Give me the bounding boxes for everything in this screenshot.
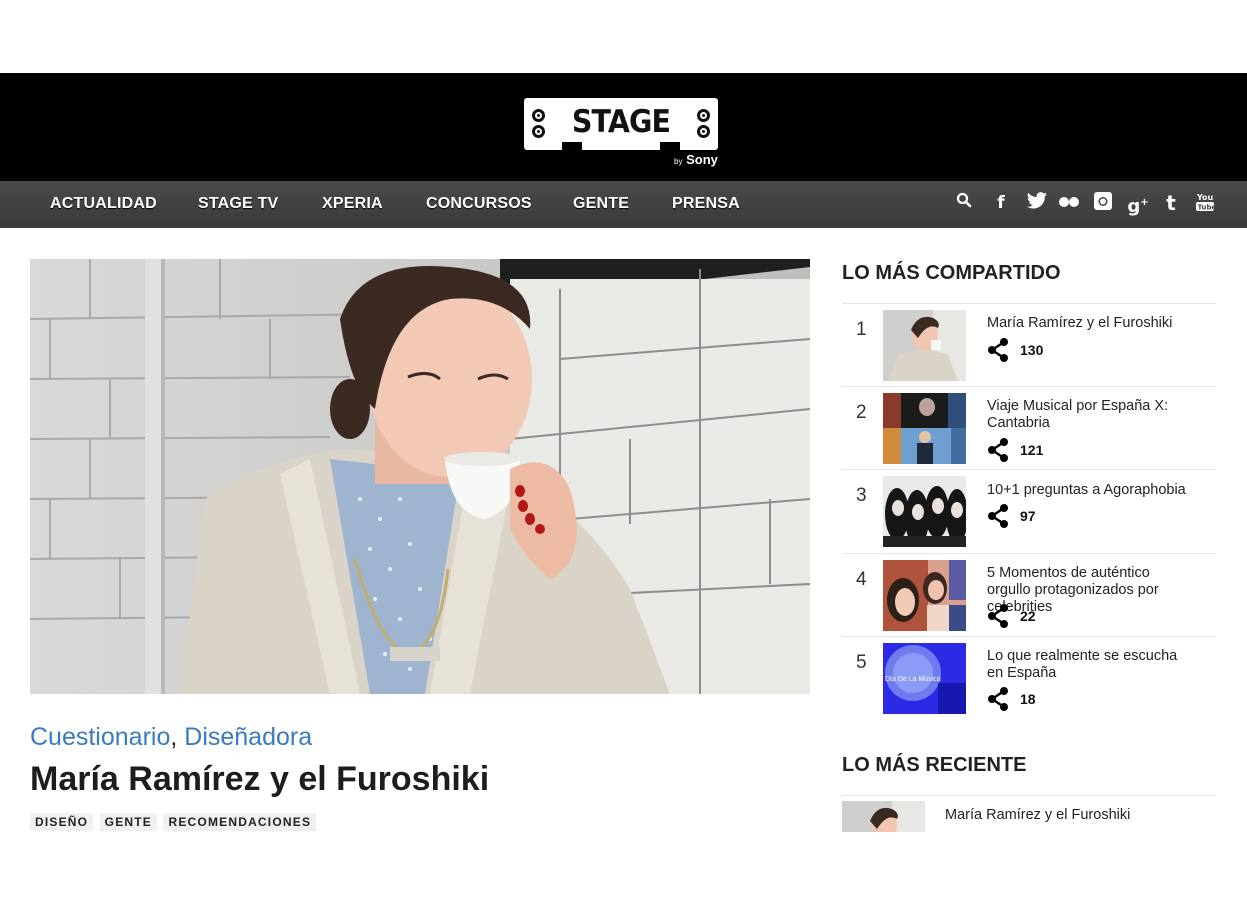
- recent-thumbnail[interactable]: [842, 801, 925, 832]
- page-bottom-area: [842, 832, 1247, 908]
- nav-item-prensa[interactable]: PRENSA: [672, 195, 740, 213]
- divider: [842, 636, 1216, 637]
- most-shared-heading: LO MÁS COMPARTIDO: [842, 262, 1061, 284]
- share-count: 121: [1020, 442, 1044, 458]
- most-shared-title[interactable]: Viaje Musical por España X: Cantabria: [987, 398, 1197, 432]
- post-thumbnail[interactable]: [883, 393, 966, 464]
- rank-number: 5: [856, 652, 867, 673]
- svg-text:Tube: Tube: [1198, 204, 1215, 212]
- rank-number: 1: [856, 319, 867, 340]
- article-tags: DISEÑO GENTE RECOMENDACIONES: [30, 813, 318, 831]
- category-separator: ,: [170, 723, 178, 751]
- logo-notch: [562, 142, 582, 152]
- share-icon: [987, 687, 1009, 711]
- article-categories: Cuestionario, Diseñadora: [30, 723, 312, 752]
- nav-item-gente[interactable]: GENTE: [573, 195, 629, 213]
- most-shared-title[interactable]: 10+1 preguntas a Agoraphobia: [987, 482, 1197, 499]
- rank-number: 3: [856, 485, 867, 506]
- thumb-text: Día De La Música: [885, 676, 941, 683]
- logo-notch: [660, 142, 680, 152]
- rank-number: 4: [856, 569, 867, 590]
- share-icon: [987, 338, 1009, 362]
- post-thumbnail[interactable]: Día De La Música: [883, 643, 966, 714]
- divider: [842, 303, 1216, 304]
- stage-logo[interactable]: STAGE by Sony: [524, 98, 720, 167]
- divider: [842, 795, 1216, 796]
- share-count: 22: [1020, 608, 1036, 624]
- tag-recomendaciones[interactable]: RECOMENDACIONES: [163, 813, 317, 831]
- nav-item-stage-tv[interactable]: STAGE TV: [198, 195, 278, 213]
- share-icon: [987, 438, 1009, 462]
- divider: [842, 553, 1216, 554]
- nav-item-xperia[interactable]: XPERIA: [322, 195, 383, 213]
- share-icon: [987, 604, 1009, 628]
- twitter-icon[interactable]: [1026, 192, 1048, 214]
- youtube-icon[interactable]: You Tube: [1194, 192, 1217, 214]
- divider: [842, 469, 1216, 470]
- tag-gente[interactable]: GENTE: [99, 813, 158, 831]
- article-title[interactable]: María Ramírez y el Furoshiki: [30, 760, 489, 799]
- tumblr-icon[interactable]: t: [1160, 192, 1182, 214]
- main-nav: ACTUALIDAD STAGE TV XPERIA CONCURSOS GEN…: [0, 181, 1247, 228]
- most-recent-heading: LO MÁS RECIENTE: [842, 754, 1027, 776]
- share-count: 18: [1020, 691, 1036, 707]
- logo-text: STAGE: [571, 104, 671, 140]
- post-thumbnail[interactable]: [883, 310, 966, 381]
- most-shared-title[interactable]: Lo que realmente se escucha en España: [987, 648, 1197, 682]
- post-thumbnail[interactable]: [883, 476, 966, 547]
- rank-number: 2: [856, 402, 867, 423]
- svg-text:You: You: [1196, 193, 1214, 202]
- share-count: 97: [1020, 508, 1036, 524]
- nav-item-concursos[interactable]: CONCURSOS: [426, 195, 532, 213]
- by-sony: by Sony: [674, 152, 718, 167]
- most-shared-title[interactable]: 5 Momentos de auténtico orgullo protagon…: [987, 565, 1197, 616]
- category-link[interactable]: Cuestionario: [30, 723, 170, 751]
- site-header: STAGE by Sony: [0, 73, 1247, 181]
- most-shared-title[interactable]: María Ramírez y el Furoshiki: [987, 315, 1197, 332]
- share-icon: [987, 504, 1009, 528]
- search-icon[interactable]: [953, 192, 975, 214]
- flickr-icon[interactable]: [1058, 192, 1080, 214]
- tag-diseno[interactable]: DISEÑO: [30, 813, 94, 831]
- google-plus-icon[interactable]: g+: [1127, 192, 1149, 217]
- post-thumbnail[interactable]: [883, 560, 966, 631]
- instagram-icon[interactable]: [1092, 192, 1114, 214]
- recent-title[interactable]: María Ramírez y el Furoshiki: [945, 807, 1155, 824]
- share-count: 130: [1020, 342, 1044, 358]
- nav-item-actualidad[interactable]: ACTUALIDAD: [50, 195, 157, 213]
- article-hero-image[interactable]: [30, 259, 810, 694]
- divider: [842, 386, 1216, 387]
- category-link[interactable]: Diseñadora: [184, 723, 312, 751]
- facebook-icon[interactable]: f: [990, 192, 1012, 214]
